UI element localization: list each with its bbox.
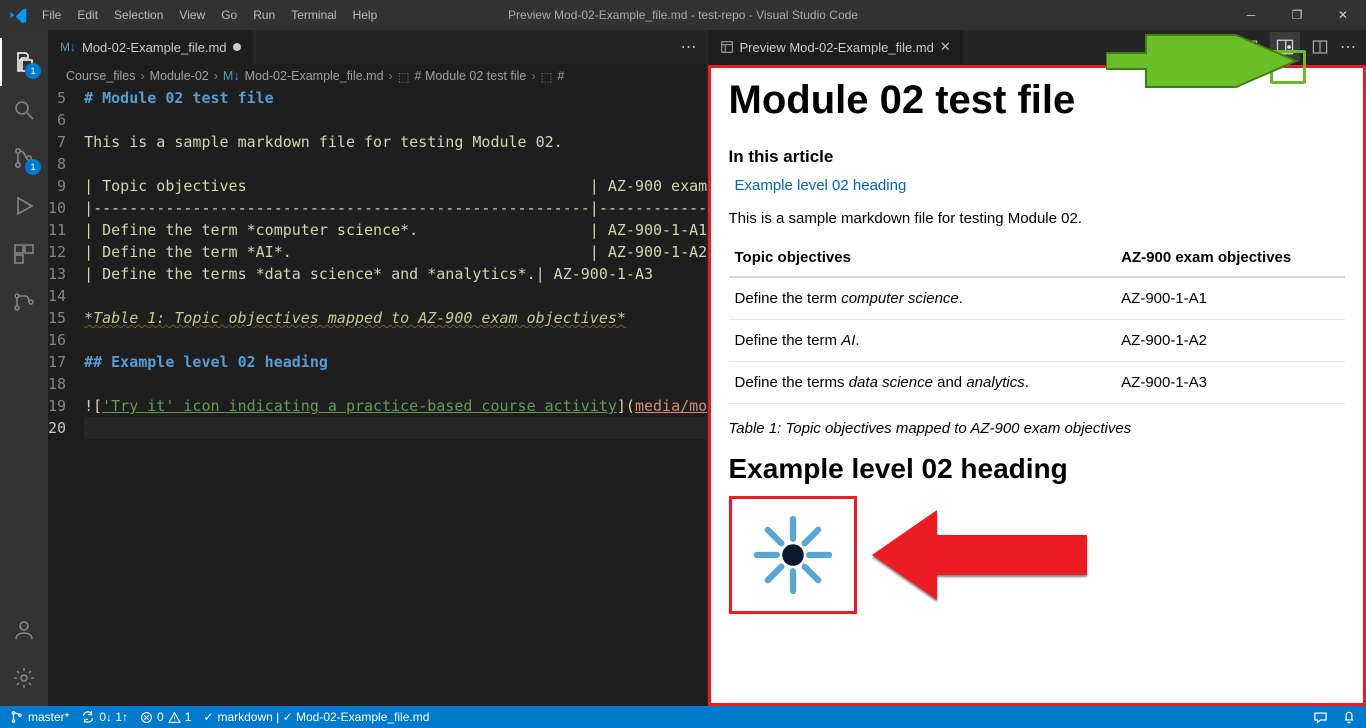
activity-run-debug[interactable] bbox=[0, 182, 48, 230]
menu-terminal[interactable]: Terminal bbox=[284, 8, 343, 22]
activity-explorer[interactable]: 1 bbox=[0, 38, 48, 86]
menu-view[interactable]: View bbox=[172, 8, 212, 22]
tab-source-file[interactable]: M↓ Mod-02-Example_file.md bbox=[48, 30, 254, 64]
split-editor-icon[interactable] bbox=[1312, 39, 1328, 55]
breadcrumb-item[interactable]: Module-02 bbox=[150, 69, 209, 83]
menu-go[interactable]: Go bbox=[214, 8, 244, 22]
menu-help[interactable]: Help bbox=[346, 8, 385, 22]
table-header: AZ-900 exam objectives bbox=[1115, 239, 1345, 277]
menu-run[interactable]: Run bbox=[246, 8, 282, 22]
preview-table: Topic objectives AZ-900 exam objectives … bbox=[729, 239, 1346, 404]
status-bar: master* 0↓ 1↑ 0 1 ✓ markdown | ✓ Mod-02-… bbox=[0, 706, 1366, 728]
window-title: Preview Mod-02-Example_file.md - test-re… bbox=[508, 8, 858, 22]
editor-more-icon[interactable]: ⋯ bbox=[1340, 37, 1356, 57]
try-it-image bbox=[729, 496, 857, 614]
markdown-preview[interactable]: Module 02 test file In this article Exam… bbox=[708, 65, 1366, 706]
tab-label: Mod-02-Example_file.md bbox=[82, 40, 227, 55]
code-editor[interactable]: 567891011121314151617181920 # Module 02 … bbox=[48, 87, 707, 706]
activity-extensions[interactable] bbox=[0, 230, 48, 278]
preview-h2: Example level 02 heading bbox=[729, 453, 1346, 485]
tab-preview[interactable]: Preview Mod-02-Example_file.md ✕ bbox=[708, 30, 964, 64]
status-linter[interactable]: ✓ markdown | ✓ Mod-02-Example_file.md bbox=[203, 710, 429, 724]
heading-icon: ⬚ bbox=[398, 69, 410, 84]
tabs-left: M↓ Mod-02-Example_file.md ⋯ bbox=[48, 30, 707, 65]
table-row: Define the term AI.AZ-900-1-A2 bbox=[729, 320, 1346, 362]
vscode-icon bbox=[0, 6, 35, 24]
status-sync[interactable]: 0↓ 1↑ bbox=[81, 710, 128, 724]
menu-bar: File Edit Selection View Go Run Terminal… bbox=[35, 8, 384, 22]
table-row: Define the term computer science.AZ-900-… bbox=[729, 277, 1346, 320]
status-branch[interactable]: master* bbox=[10, 710, 69, 724]
window-close[interactable]: ✕ bbox=[1320, 0, 1366, 30]
scm-badge: 1 bbox=[25, 159, 41, 175]
breadcrumb-item[interactable]: # bbox=[557, 69, 564, 83]
breadcrumbs[interactable]: Course_files› Module-02› M↓ Mod-02-Examp… bbox=[48, 65, 707, 87]
activity-bar: 1 1 bbox=[0, 30, 48, 706]
markdown-icon: M↓ bbox=[60, 40, 76, 54]
table-caption: Table 1: Topic objectives mapped to AZ-9… bbox=[729, 420, 1346, 437]
menu-edit[interactable]: Edit bbox=[70, 8, 105, 22]
explorer-badge: 1 bbox=[25, 63, 41, 79]
preview-intro: This is a sample markdown file for testi… bbox=[729, 210, 1346, 227]
status-problems[interactable]: 0 1 bbox=[140, 710, 191, 724]
toc-link[interactable]: Example level 02 heading bbox=[735, 177, 1346, 194]
window-minimize[interactable]: ─ bbox=[1228, 0, 1274, 30]
annotation-green-arrow-icon bbox=[1106, 28, 1306, 106]
annotation-red-arrow-icon bbox=[867, 495, 1097, 615]
tab-close-icon[interactable]: ✕ bbox=[940, 39, 951, 55]
tab-label: Preview Mod-02-Example_file.md bbox=[740, 40, 934, 55]
activity-search[interactable] bbox=[0, 86, 48, 134]
status-feedback-icon[interactable] bbox=[1313, 710, 1328, 725]
activity-source-control[interactable]: 1 bbox=[0, 134, 48, 182]
breadcrumb-item[interactable]: # Module 02 test file bbox=[415, 69, 527, 83]
activity-settings[interactable] bbox=[0, 654, 48, 702]
table-header: Topic objectives bbox=[729, 239, 1116, 277]
status-bell-icon[interactable] bbox=[1342, 710, 1356, 724]
breadcrumb-item[interactable]: Course_files bbox=[66, 69, 135, 83]
preview-icon bbox=[720, 40, 734, 54]
heading-icon: ⬚ bbox=[541, 69, 553, 84]
dirty-indicator-icon bbox=[233, 43, 241, 51]
activity-git-graph[interactable] bbox=[0, 278, 48, 326]
title-bar: File Edit Selection View Go Run Terminal… bbox=[0, 0, 1366, 30]
menu-file[interactable]: File bbox=[35, 8, 68, 22]
table-row: Define the terms data science and analyt… bbox=[729, 362, 1346, 404]
menu-selection[interactable]: Selection bbox=[107, 8, 170, 22]
in-this-article-label: In this article bbox=[729, 147, 1346, 167]
breadcrumb-item[interactable]: Mod-02-Example_file.md bbox=[245, 69, 384, 83]
activity-accounts[interactable] bbox=[0, 606, 48, 654]
markdown-icon: M↓ bbox=[223, 69, 240, 83]
editor-more-icon[interactable]: ⋯ bbox=[681, 37, 697, 57]
window-maximize[interactable]: ❐ bbox=[1274, 0, 1320, 30]
